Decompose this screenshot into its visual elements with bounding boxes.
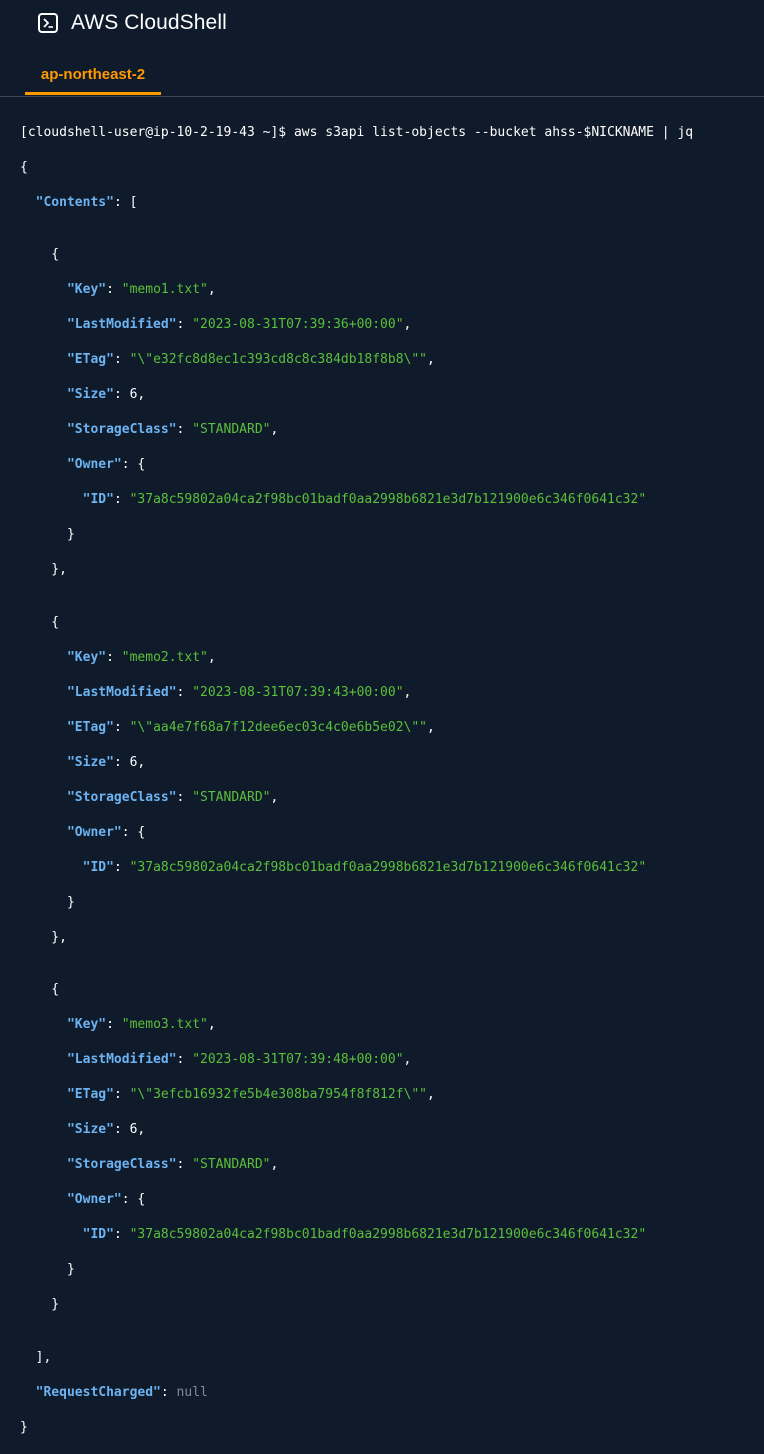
object-etag: "\"3efcb16932fe5b4e308ba7954f8f812f\""	[130, 1087, 427, 1102]
json-line: }	[20, 1261, 764, 1279]
json-line: {	[20, 246, 764, 264]
json-line: }	[20, 1419, 764, 1437]
json-line: "StorageClass": "STANDARD",	[20, 1156, 764, 1174]
object-size: 6	[130, 1122, 138, 1137]
json-line: "ETag": "\"aa4e7f68a7f12dee6ec03c4c0e6b5…	[20, 719, 764, 737]
json-line: "Owner": {	[20, 824, 764, 842]
json-line: ],	[20, 1349, 764, 1367]
json-line: "Size": 6,	[20, 754, 764, 772]
json-line: }	[20, 894, 764, 912]
json-line: "ID": "37a8c59802a04ca2f98bc01badf0aa299…	[20, 491, 764, 509]
object-last-modified: "2023-08-31T07:39:36+00:00"	[192, 317, 403, 332]
json-line: "ETag": "\"3efcb16932fe5b4e308ba7954f8f8…	[20, 1086, 764, 1104]
app-title: AWS CloudShell	[71, 11, 227, 35]
object-storage-class: "STANDARD"	[192, 790, 270, 805]
json-line: "Owner": {	[20, 456, 764, 474]
json-line: "LastModified": "2023-08-31T07:39:48+00:…	[20, 1051, 764, 1069]
object-storage-class: "STANDARD"	[192, 1157, 270, 1172]
json-line: "Key": "memo1.txt",	[20, 281, 764, 299]
json-line: "Owner": {	[20, 1191, 764, 1209]
object-key: "memo2.txt"	[122, 650, 208, 665]
header: AWS CloudShell ap-northeast-2	[0, 0, 764, 98]
json-line: "Size": 6,	[20, 386, 764, 404]
tab-divider	[0, 96, 764, 97]
json-line: "LastModified": "2023-08-31T07:39:36+00:…	[20, 316, 764, 334]
object-last-modified: "2023-08-31T07:39:43+00:00"	[192, 685, 403, 700]
object-storage-class: "STANDARD"	[192, 422, 270, 437]
json-line: "ID": "37a8c59802a04ca2f98bc01badf0aa299…	[20, 859, 764, 877]
json-line: "RequestCharged": null	[20, 1384, 764, 1402]
json-line: "LastModified": "2023-08-31T07:39:43+00:…	[20, 684, 764, 702]
object-size: 6	[130, 387, 138, 402]
json-line: }	[20, 1296, 764, 1314]
json-line: "ETag": "\"e32fc8d8ec1c393cd8c8c384db18f…	[20, 351, 764, 369]
object-key: "memo1.txt"	[122, 282, 208, 297]
command-text: aws s3api list-objects --bucket ahss-$NI…	[294, 125, 693, 140]
title-row: AWS CloudShell	[38, 8, 227, 38]
shell-prompt: [cloudshell-user@ip-10-2-19-43 ~]$	[20, 125, 294, 140]
tab-region[interactable]: ap-northeast-2	[25, 62, 161, 95]
json-line: "Key": "memo2.txt",	[20, 649, 764, 667]
json-line: {	[20, 614, 764, 632]
object-etag: "\"aa4e7f68a7f12dee6ec03c4c0e6b5e02\""	[130, 720, 427, 735]
json-line: "Contents": [	[20, 194, 764, 212]
json-key-contents: "Contents"	[36, 195, 114, 210]
request-charged-value: null	[177, 1385, 208, 1400]
json-line: "ID": "37a8c59802a04ca2f98bc01badf0aa299…	[20, 1226, 764, 1244]
json-line: }	[20, 526, 764, 544]
owner-id: "37a8c59802a04ca2f98bc01badf0aa2998b6821…	[130, 492, 647, 507]
terminal-prompt-icon	[38, 13, 58, 33]
json-line: "Key": "memo3.txt",	[20, 1016, 764, 1034]
json-line: {	[20, 159, 764, 177]
json-line: "Size": 6,	[20, 1121, 764, 1139]
object-size: 6	[130, 755, 138, 770]
json-line: "StorageClass": "STANDARD",	[20, 421, 764, 439]
object-last-modified: "2023-08-31T07:39:48+00:00"	[192, 1052, 403, 1067]
terminal[interactable]: [cloudshell-user@ip-10-2-19-43 ~]$ aws s…	[0, 98, 764, 741]
owner-id: "37a8c59802a04ca2f98bc01badf0aa2998b6821…	[130, 860, 647, 875]
object-key: "memo3.txt"	[122, 1017, 208, 1032]
json-line: },	[20, 929, 764, 947]
object-etag: "\"e32fc8d8ec1c393cd8c8c384db18f8b8\""	[130, 352, 427, 367]
json-line: },	[20, 561, 764, 579]
owner-id: "37a8c59802a04ca2f98bc01badf0aa2998b6821…	[130, 1227, 647, 1242]
json-key-request-charged: "RequestCharged"	[36, 1385, 161, 1400]
command-line: [cloudshell-user@ip-10-2-19-43 ~]$ aws s…	[20, 124, 764, 142]
json-line: "StorageClass": "STANDARD",	[20, 789, 764, 807]
json-line: {	[20, 981, 764, 999]
